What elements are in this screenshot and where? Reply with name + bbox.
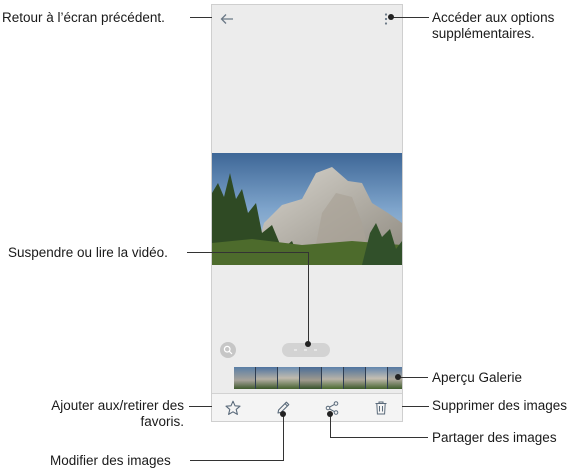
callout-delete: Supprimer des images [432, 398, 568, 413]
callout-share: Partager des images [432, 430, 557, 445]
video-control-dot [314, 349, 317, 351]
callout-options-line2: supplémentaires. [432, 26, 535, 41]
gallery-preview-strip[interactable] [234, 367, 402, 389]
callout-dot-share [327, 411, 333, 417]
gallery-thumbnail[interactable] [366, 367, 388, 389]
callout-line-pause-h [187, 252, 309, 253]
main-image[interactable] [212, 153, 402, 265]
gallery-thumbnail[interactable] [278, 367, 300, 389]
magnifier-icon [223, 345, 233, 355]
gallery-thumbnail[interactable] [256, 367, 278, 389]
gallery-thumbnail[interactable] [234, 367, 256, 389]
callout-dot-pause [305, 341, 311, 347]
phone-screen [211, 4, 403, 422]
callout-line-share-h [330, 437, 428, 438]
callout-line-pause-v [308, 252, 309, 344]
landscape-image [212, 153, 402, 265]
bottom-toolbar [212, 393, 402, 421]
callout-gallery-preview: Aperçu Galerie [432, 370, 523, 385]
callout-line-edit-h [190, 460, 284, 461]
callout-edit: Modifier des images [50, 453, 171, 468]
callout-options: Accéder aux options supplémentaires. [432, 10, 554, 42]
callout-line-back [190, 17, 212, 18]
callout-line-edit-v [283, 414, 284, 461]
callout-dot-edit [280, 411, 286, 417]
callout-dot-options [388, 14, 394, 20]
callout-line-gallery [398, 377, 428, 378]
video-control-dot [304, 349, 307, 351]
callout-favorites-line1: Ajouter aux/retirer des [51, 398, 184, 413]
star-icon[interactable] [225, 400, 241, 416]
callout-line-favorites [189, 406, 212, 407]
callout-pause-play: Suspendre ou lire la vidéo. [8, 245, 168, 260]
video-control-dot [294, 349, 297, 351]
callout-line-options [391, 17, 429, 18]
zoom-button[interactable] [220, 342, 236, 358]
callout-line-delete [402, 406, 429, 407]
callout-favorites-line2: favoris. [140, 414, 184, 429]
gallery-thumbnail[interactable] [344, 367, 366, 389]
callout-dot-gallery [395, 374, 401, 380]
back-arrow-icon[interactable] [220, 13, 234, 25]
trash-icon[interactable] [374, 400, 388, 416]
callout-favorites: Ajouter aux/retirer des favoris. [10, 398, 184, 430]
callout-options-line1: Accéder aux options [432, 10, 555, 25]
callout-line-share-v [330, 414, 331, 438]
gallery-thumbnail[interactable] [322, 367, 344, 389]
gallery-thumbnail[interactable] [300, 367, 322, 389]
callout-back: Retour à l’écran précédent. [2, 10, 165, 25]
